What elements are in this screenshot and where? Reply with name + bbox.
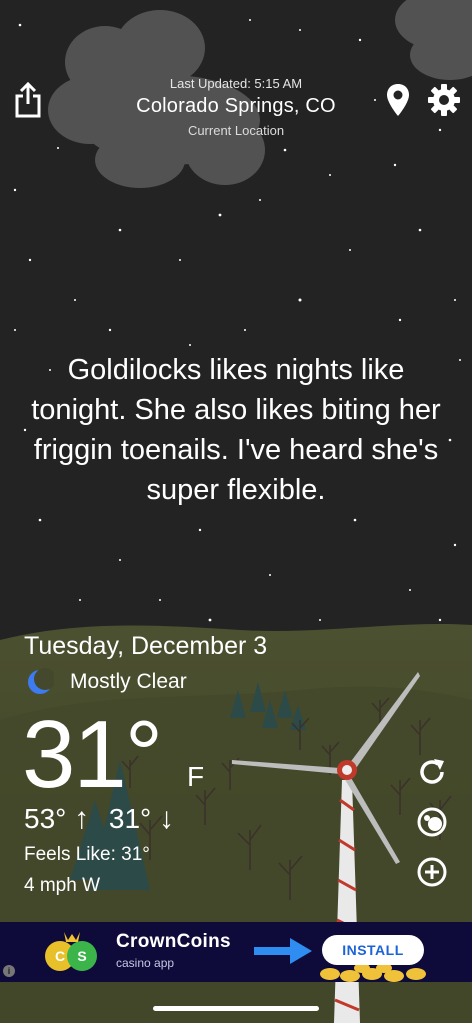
- svg-text:C: C: [55, 948, 65, 964]
- city-name: Colorado Springs, CO: [136, 95, 336, 117]
- last-updated-text: Last Updated: 5:15 AM: [169, 76, 303, 91]
- weather-quote: Goldilocks likes nights like tonight. Sh…: [31, 354, 441, 506]
- share-icon: [15, 82, 41, 118]
- night-scene-background: [0, 0, 472, 1023]
- forecast-date: Tuesday, December 3: [24, 632, 268, 660]
- radar-icon: [417, 807, 447, 837]
- moon-icon: [28, 668, 54, 694]
- up-arrow-icon: ↑: [74, 802, 90, 835]
- high-temperature: 53°: [24, 803, 67, 834]
- radar-button[interactable]: [414, 804, 450, 840]
- temperature-unit[interactable]: F: [187, 761, 204, 793]
- ad-subtitle: casino app: [116, 956, 175, 970]
- settings-button[interactable]: [426, 82, 462, 118]
- share-button[interactable]: [12, 80, 44, 120]
- current-location-label: Current Location: [187, 123, 285, 138]
- location-header[interactable]: Last Updated: 5:15 AM Colorado Springs, …: [96, 76, 376, 138]
- refresh-icon: [420, 759, 444, 784]
- location-pin-icon: [387, 84, 409, 116]
- home-indicator[interactable]: [153, 1006, 319, 1011]
- location-button[interactable]: [384, 82, 412, 118]
- add-location-button[interactable]: [414, 854, 450, 890]
- feels-like-text: Feels Like: 31°: [24, 844, 150, 865]
- refresh-button[interactable]: [414, 754, 450, 790]
- low-temperature: 31°: [108, 803, 152, 834]
- ad-info-icon[interactable]: i: [3, 965, 15, 977]
- gear-icon: [428, 84, 460, 116]
- current-temperature: 31°: [22, 701, 163, 808]
- condition-row: Mostly Clear: [26, 668, 187, 696]
- svg-text:S: S: [77, 948, 86, 964]
- install-button[interactable]: INSTALL: [322, 935, 424, 965]
- down-arrow-icon: ↓: [159, 802, 175, 835]
- condition-text: Mostly Clear: [70, 670, 187, 693]
- high-low-row: 53° ↑ 31° ↓: [24, 802, 174, 836]
- crowncoins-logo: C S: [45, 932, 97, 971]
- ad-banner[interactable]: C S CrownCoins casino app INSTALL: [0, 922, 472, 982]
- ad-brand: CrownCoins: [116, 931, 231, 952]
- plus-circle-icon: [417, 857, 447, 887]
- arrow-right-icon: [254, 938, 312, 964]
- wind-text: 4 mph W: [24, 875, 101, 896]
